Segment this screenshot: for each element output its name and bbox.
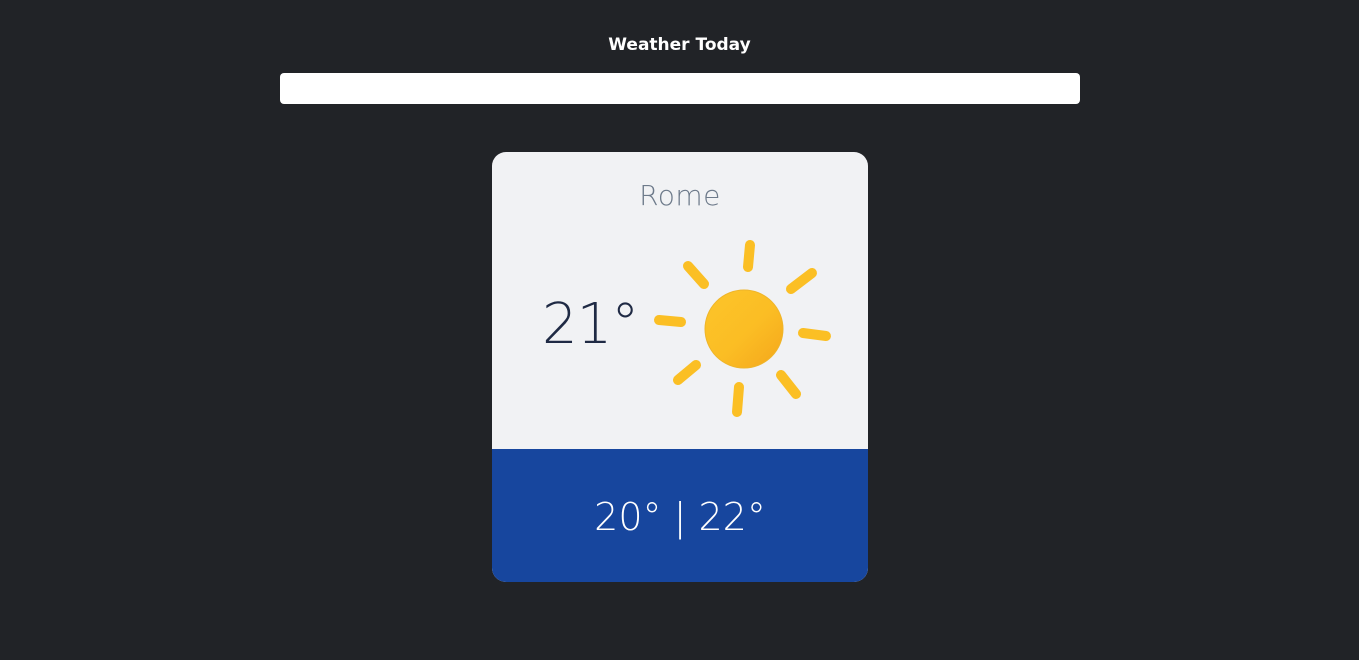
temperature-range: 20° | 22° bbox=[594, 495, 766, 539]
weather-card: Rome 21° 20° | 22° bbox=[492, 152, 868, 582]
weather-app: Weather Today Rome 21° 20° | 22° bbox=[0, 0, 1359, 660]
page-title: Weather Today bbox=[608, 35, 751, 55]
temperature-range-bar: 20° | 22° bbox=[492, 449, 868, 582]
sun-icon bbox=[654, 240, 831, 417]
current-temperature: 21° bbox=[542, 292, 639, 357]
city-search-input[interactable] bbox=[280, 73, 1080, 104]
city-name: Rome bbox=[639, 179, 721, 212]
